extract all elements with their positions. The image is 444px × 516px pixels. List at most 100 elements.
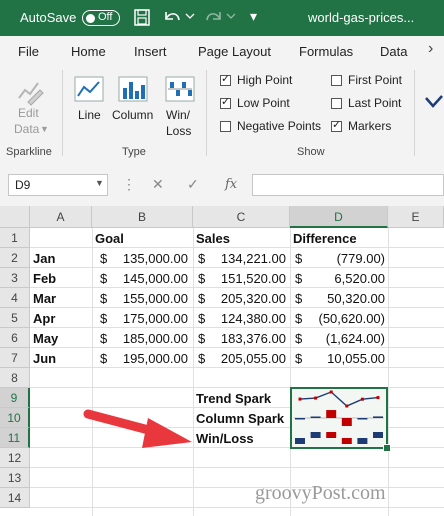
currency-symbol[interactable]: $ (100, 329, 107, 349)
fill-handle[interactable] (383, 444, 391, 452)
currency-symbol[interactable]: $ (100, 349, 107, 369)
row-header-1[interactable]: 1 (0, 228, 30, 248)
row-header-7[interactable]: 7 (0, 348, 30, 368)
tab-scroll-right-icon[interactable]: › (428, 40, 433, 58)
row-header-14[interactable]: 14 (0, 488, 30, 508)
row-header-5[interactable]: 5 (0, 308, 30, 328)
autosave-toggle[interactable]: Off (82, 10, 120, 26)
name-box[interactable]: D9 ▼ (8, 174, 108, 196)
cell-goal[interactable]: 155,000.00 (110, 289, 188, 309)
redo-icon[interactable] (204, 8, 224, 26)
header-sales[interactable]: Sales (196, 229, 230, 249)
negative-points-checkbox[interactable] (220, 121, 231, 132)
redo-dropdown-icon[interactable] (226, 12, 236, 20)
first-point-checkbox[interactable] (331, 75, 342, 86)
tab-file[interactable]: File (18, 44, 39, 59)
formula-input[interactable] (252, 174, 444, 196)
currency-symbol[interactable]: $ (198, 249, 205, 269)
currency-symbol[interactable]: $ (295, 309, 302, 329)
currency-symbol[interactable]: $ (295, 249, 302, 269)
cell-goal[interactable]: 195,000.00 (110, 349, 188, 369)
cell-month[interactable]: May (33, 329, 58, 349)
header-difference[interactable]: Difference (293, 229, 357, 249)
currency-symbol[interactable]: $ (198, 329, 205, 349)
header-goal[interactable]: Goal (95, 229, 124, 249)
drag-handle-icon[interactable]: ⋮ (122, 176, 136, 193)
winloss-sparkline-button[interactable]: Win/ Loss (160, 68, 200, 142)
cell-difference[interactable]: 6,520.00 (305, 269, 385, 289)
cell-month[interactable]: Mar (33, 289, 56, 309)
cell-month[interactable]: Apr (33, 309, 55, 329)
cell-sales[interactable]: 205,055.00 (208, 349, 286, 369)
cell-month[interactable]: Jan (33, 249, 55, 269)
currency-symbol[interactable]: $ (295, 289, 302, 309)
currency-symbol[interactable]: $ (198, 289, 205, 309)
cell-sales[interactable]: 134,221.00 (208, 249, 286, 269)
tab-data[interactable]: Data (380, 44, 407, 59)
column-header-b[interactable]: B (92, 206, 193, 228)
cell-difference[interactable]: (1,624.00) (305, 329, 385, 349)
row-header-8[interactable]: 8 (0, 368, 30, 388)
column-header-d[interactable]: D (290, 206, 388, 228)
cell-goal[interactable]: 175,000.00 (110, 309, 188, 329)
currency-symbol[interactable]: $ (295, 269, 302, 289)
selected-range[interactable] (290, 387, 391, 452)
label-trend-spark[interactable]: Trend Spark (196, 389, 271, 409)
column-sparkline-button[interactable]: Column (110, 68, 156, 128)
name-box-dropdown-icon[interactable]: ▼ (95, 178, 104, 188)
cancel-icon[interactable]: ✕ (152, 176, 164, 193)
row-header-6[interactable]: 6 (0, 328, 30, 348)
currency-symbol[interactable]: $ (100, 289, 107, 309)
row-header-13[interactable]: 13 (0, 468, 30, 488)
cell-difference[interactable]: 10,055.00 (305, 349, 385, 369)
cell-difference[interactable]: 50,320.00 (305, 289, 385, 309)
cell-goal[interactable]: 145,000.00 (110, 269, 188, 289)
cell-sales[interactable]: 205,320.00 (208, 289, 286, 309)
cell-sales[interactable]: 151,520.00 (208, 269, 286, 289)
cell-goal[interactable]: 135,000.00 (110, 249, 188, 269)
tab-insert[interactable]: Insert (134, 44, 167, 59)
cell-difference[interactable]: (50,620.00) (305, 309, 386, 329)
column-header-c[interactable]: C (193, 206, 290, 228)
enter-icon[interactable]: ✓ (187, 176, 199, 193)
tab-formulas[interactable]: Formulas (299, 44, 353, 59)
undo-dropdown-icon[interactable] (185, 12, 195, 20)
insert-function-icon[interactable]: fx (225, 177, 237, 192)
column-header-e[interactable]: E (388, 206, 444, 228)
tab-home[interactable]: Home (71, 44, 106, 59)
currency-symbol[interactable]: $ (295, 329, 302, 349)
row-header-9[interactable]: 9 (0, 388, 30, 408)
currency-symbol[interactable]: $ (198, 309, 205, 329)
column-header-a[interactable]: A (30, 206, 92, 228)
style-gallery-icon[interactable] (424, 92, 444, 112)
high-point-checkbox[interactable]: ✓ (220, 73, 231, 86)
row-header-4[interactable]: 4 (0, 288, 30, 308)
label-win-loss[interactable]: Win/Loss (196, 429, 254, 449)
row-header-12[interactable]: 12 (0, 448, 30, 468)
cell-month[interactable]: Feb (33, 269, 56, 289)
row-header-2[interactable]: 2 (0, 248, 30, 268)
worksheet-grid[interactable]: A B C D E 1 2 3 4 5 6 7 8 9 10 11 12 13 14 Goal Sales… (0, 206, 444, 516)
currency-symbol[interactable]: $ (295, 349, 302, 369)
currency-symbol[interactable]: $ (100, 249, 107, 269)
save-icon[interactable] (134, 9, 150, 26)
currency-symbol[interactable]: $ (198, 269, 205, 289)
select-all-corner[interactable] (0, 206, 30, 228)
cell-sales[interactable]: 183,376.00 (208, 329, 286, 349)
undo-icon[interactable] (162, 8, 182, 26)
cell-sales[interactable]: 124,380.00 (208, 309, 286, 329)
row-header-11[interactable]: 11 (0, 428, 30, 448)
qat-customize-icon[interactable]: ▾ (250, 8, 257, 25)
cell-difference[interactable]: (779.00) (305, 249, 385, 269)
last-point-checkbox[interactable] (331, 98, 342, 109)
label-column-spark[interactable]: Column Spark (196, 409, 284, 429)
currency-symbol[interactable]: $ (198, 349, 205, 369)
cell-month[interactable]: Jun (33, 349, 56, 369)
cell-goal[interactable]: 185,000.00 (110, 329, 188, 349)
edit-data-button[interactable]: Edit Data ▼ (6, 68, 58, 142)
row-header-3[interactable]: 3 (0, 268, 30, 288)
row-header-10[interactable]: 10 (0, 408, 30, 428)
currency-symbol[interactable]: $ (100, 269, 107, 289)
low-point-checkbox[interactable]: ✓ (220, 96, 231, 109)
currency-symbol[interactable]: $ (100, 309, 107, 329)
